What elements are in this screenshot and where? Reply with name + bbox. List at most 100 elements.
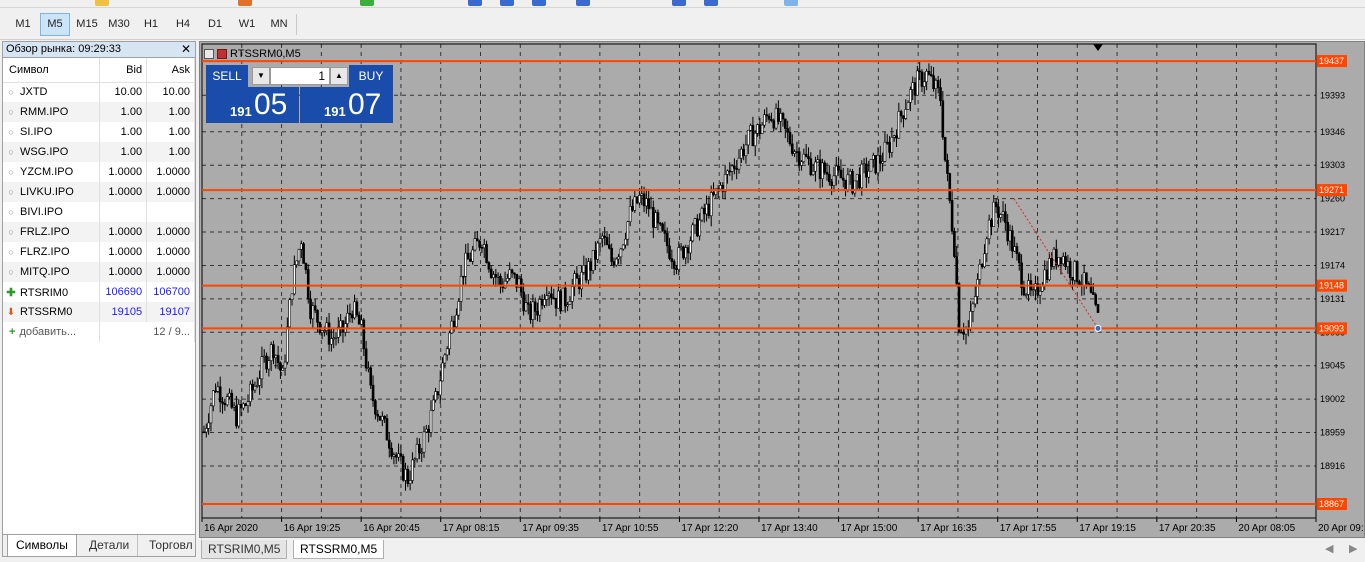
toolbar-icon-zoom-out[interactable] bbox=[704, 0, 718, 6]
buy-button[interactable]: BUY bbox=[349, 65, 393, 87]
market-watch-row[interactable]: ○ RMM.IPO 1.00 1.00 bbox=[3, 102, 195, 122]
toolbar-icon-color[interactable] bbox=[238, 0, 252, 6]
toolbar-icon-add[interactable] bbox=[360, 0, 374, 6]
candle-body bbox=[492, 274, 495, 278]
scroll-right-icon[interactable]: ▶ bbox=[1349, 542, 1357, 555]
candle-body bbox=[1082, 272, 1086, 286]
sell-button[interactable]: SELL bbox=[206, 65, 248, 87]
candle-body bbox=[538, 299, 542, 316]
candle-body bbox=[1011, 230, 1014, 252]
symbol-cell: ○ WSG.IPO bbox=[3, 142, 101, 162]
timeframe-mn-button[interactable]: MN bbox=[264, 13, 294, 36]
timeframe-d1-button[interactable]: D1 bbox=[200, 13, 230, 36]
sell-price[interactable]: 191 05 bbox=[206, 87, 299, 123]
candle-body bbox=[997, 206, 1000, 218]
candle-body bbox=[552, 297, 556, 300]
symbol-dot-icon: ○ bbox=[8, 227, 14, 237]
candle-body bbox=[557, 290, 560, 309]
timeframe-m15-button[interactable]: M15 bbox=[72, 13, 102, 36]
candle-body bbox=[427, 428, 430, 433]
chart-title-bar: RTSSRM0,M5 bbox=[204, 46, 301, 62]
lot-input[interactable]: 1 bbox=[270, 67, 330, 85]
timeframe-m1-button[interactable]: M1 bbox=[8, 13, 38, 36]
timeframe-h1-button[interactable]: H1 bbox=[136, 13, 166, 36]
market-watch-row[interactable]: ⬇ RTSSRM0 19105 19107 bbox=[3, 302, 195, 322]
column-ask[interactable]: Ask bbox=[146, 58, 195, 83]
toolbar-icon-line[interactable] bbox=[468, 0, 482, 6]
chart-window[interactable]: 1939319346193031926019217191741913119088… bbox=[199, 41, 1365, 538]
candle-body bbox=[828, 173, 831, 183]
candle-body bbox=[283, 361, 287, 369]
y-tick-label: 19131 bbox=[1320, 294, 1345, 304]
toolbar-icon-new-order[interactable] bbox=[95, 0, 109, 6]
close-icon[interactable]: ✕ bbox=[181, 42, 191, 57]
candle-body bbox=[265, 355, 268, 370]
candle-body bbox=[267, 360, 271, 370]
market-watch-row[interactable]: ○ FRLZ.IPO 1.0000 1.0000 bbox=[3, 222, 195, 242]
candle-body bbox=[441, 362, 444, 382]
x-tick-label: 20 Apr 08:05 bbox=[1238, 523, 1295, 534]
candle-body bbox=[1017, 253, 1021, 264]
candle-body bbox=[249, 383, 252, 403]
market-watch-row[interactable]: ○ YZCM.IPO 1.0000 1.0000 bbox=[3, 162, 195, 182]
market-watch-row[interactable]: ✚ RTSRIM0 106690 106700 bbox=[3, 282, 195, 302]
market-watch-tab-2[interactable]: Торговл bbox=[141, 535, 202, 556]
add-symbol-row[interactable]: + добавить... 12 / 9... bbox=[3, 322, 195, 342]
candle-body bbox=[348, 312, 352, 315]
candle-body bbox=[957, 283, 961, 333]
candle-body bbox=[1073, 261, 1077, 281]
candle-body bbox=[540, 299, 544, 306]
candle-body bbox=[524, 302, 528, 312]
candle-body bbox=[888, 142, 891, 153]
candle-body bbox=[860, 163, 864, 189]
x-tick-label: 17 Apr 12:20 bbox=[681, 523, 738, 534]
toolbar-icon-channel[interactable] bbox=[500, 0, 514, 6]
candle-body bbox=[800, 161, 803, 166]
candle-body bbox=[853, 180, 857, 194]
candle-body bbox=[709, 192, 713, 217]
candle-body bbox=[255, 385, 259, 387]
market-watch-row[interactable]: ○ BIVI.IPO bbox=[3, 202, 195, 222]
column-bid[interactable]: Bid bbox=[99, 58, 148, 83]
candle-body bbox=[499, 275, 502, 286]
candle-body bbox=[462, 275, 465, 278]
candle-body bbox=[916, 70, 919, 96]
candle-body bbox=[897, 111, 901, 139]
market-watch-tab-0[interactable]: Символы bbox=[7, 535, 77, 557]
candle-body bbox=[242, 403, 245, 409]
market-watch-tab-1[interactable]: Детали bbox=[81, 535, 139, 556]
add-symbol-cell[interactable]: + добавить... bbox=[3, 322, 101, 342]
market-watch-row[interactable]: ○ SI.IPO 1.00 1.00 bbox=[3, 122, 195, 142]
column-symbol[interactable]: Символ bbox=[3, 58, 101, 83]
x-tick-label: 17 Apr 08:15 bbox=[443, 523, 500, 534]
candle-body bbox=[899, 111, 903, 117]
symbol-dot-icon: ○ bbox=[8, 247, 14, 257]
toolbar-icon-cursor[interactable] bbox=[784, 0, 798, 6]
candle-body bbox=[371, 384, 375, 401]
toolbar-icon-zoom[interactable] bbox=[672, 0, 686, 6]
buy-price[interactable]: 191 07 bbox=[300, 87, 393, 123]
market-watch-row[interactable]: ○ LIVKU.IPO 1.0000 1.0000 bbox=[3, 182, 195, 202]
market-watch-row[interactable]: ○ JXTD 10.00 10.00 bbox=[3, 82, 195, 102]
candle-body bbox=[425, 428, 428, 433]
lot-dropdown-icon[interactable]: ▼ bbox=[252, 67, 270, 85]
timeframe-m5-button[interactable]: M5 bbox=[40, 13, 70, 36]
market-watch-row[interactable]: ○ FLRZ.IPO 1.0000 1.0000 bbox=[3, 242, 195, 262]
timeframe-w1-button[interactable]: W1 bbox=[232, 13, 262, 36]
toolbar-icon-fibo[interactable] bbox=[532, 0, 546, 6]
timeframe-m30-button[interactable]: M30 bbox=[104, 13, 134, 36]
ask-cell: 1.0000 bbox=[146, 242, 195, 262]
candle-body bbox=[844, 179, 847, 191]
plus-icon: + bbox=[9, 326, 16, 338]
tab-rtsrim0[interactable]: RTSRIM0,M5 bbox=[201, 540, 288, 559]
market-watch-row[interactable]: ○ WSG.IPO 1.00 1.00 bbox=[3, 142, 195, 162]
tab-rtssrm0[interactable]: RTSSRM0,M5 bbox=[293, 540, 385, 559]
timeframe-h4-button[interactable]: H4 bbox=[168, 13, 198, 36]
trade-history-line bbox=[1013, 198, 1099, 329]
candle-body bbox=[605, 237, 609, 246]
lot-increase-icon[interactable]: ▲ bbox=[330, 67, 348, 85]
symbol-name: YZCM.IPO bbox=[20, 166, 74, 178]
scroll-left-icon[interactable]: ◀ bbox=[1325, 542, 1333, 555]
toolbar-icon-pencil[interactable] bbox=[576, 0, 590, 6]
market-watch-row[interactable]: ○ MITQ.IPO 1.0000 1.0000 bbox=[3, 262, 195, 282]
